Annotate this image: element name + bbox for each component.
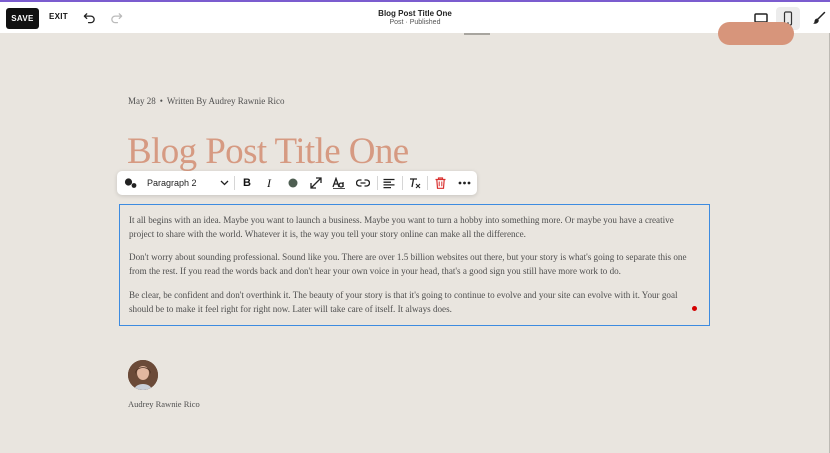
clear-format-icon (410, 178, 421, 189)
align-button[interactable] (381, 171, 397, 195)
block-style-button[interactable] (122, 171, 140, 195)
post-byline: Written By Audrey Rawnie Rico (166, 96, 285, 106)
post-date: May 28 (128, 96, 156, 106)
toolbar-divider (427, 176, 428, 190)
header-button[interactable] (718, 22, 794, 45)
body-paragraph[interactable]: Be clear, be confident and don't overthi… (129, 288, 699, 316)
text-size-icon (310, 177, 322, 189)
meta-separator: • (159, 96, 163, 106)
font-style-icon (332, 177, 345, 189)
delete-icon (435, 177, 445, 189)
chevron-down-icon (220, 180, 229, 186)
top-bar: SAVE EXIT Blog Post Title One Post · Pub… (0, 0, 830, 33)
block-style-icon (124, 178, 137, 188)
more-icon (458, 181, 470, 185)
text-format-toolbar: Paragraph 2 B I (117, 171, 477, 195)
font-style-button[interactable] (331, 171, 347, 195)
text-color-button[interactable] (285, 171, 301, 195)
align-left-icon (383, 178, 395, 188)
drag-handle[interactable] (464, 33, 490, 35)
toolbar-divider (234, 176, 235, 190)
cursor-indicator (692, 306, 697, 311)
toolbar-divider (402, 176, 403, 190)
text-block-selected[interactable]: It all begins with an idea. Maybe you wa… (119, 204, 710, 326)
toolbar-divider (377, 176, 378, 190)
clear-format-button[interactable] (407, 171, 423, 195)
text-color-icon (288, 178, 298, 188)
link-icon (356, 179, 370, 187)
delete-button[interactable] (432, 171, 448, 195)
post-meta: May 28 • Written By Audrey Rawnie Rico (128, 96, 285, 106)
italic-button[interactable]: I (261, 171, 277, 195)
more-options-button[interactable] (455, 171, 473, 195)
link-button[interactable] (354, 171, 372, 195)
body-paragraph[interactable]: Don't worry about sounding professional.… (129, 250, 699, 278)
brush-icon[interactable] (812, 11, 826, 25)
body-paragraph[interactable]: It all begins with an idea. Maybe you wa… (129, 213, 699, 241)
author-avatar (128, 360, 158, 390)
paragraph-style-value: Paragraph 2 (147, 178, 197, 188)
author-name: Audrey Rawnie Rico (128, 399, 200, 409)
paragraph-style-select[interactable]: Paragraph 2 (147, 171, 229, 195)
page-status: Post · Published (389, 19, 441, 26)
page-title: Blog Post Title One (378, 9, 452, 18)
bold-button[interactable]: B (239, 171, 255, 195)
text-size-button[interactable] (308, 171, 324, 195)
post-title[interactable]: Blog Post Title One (127, 130, 409, 174)
